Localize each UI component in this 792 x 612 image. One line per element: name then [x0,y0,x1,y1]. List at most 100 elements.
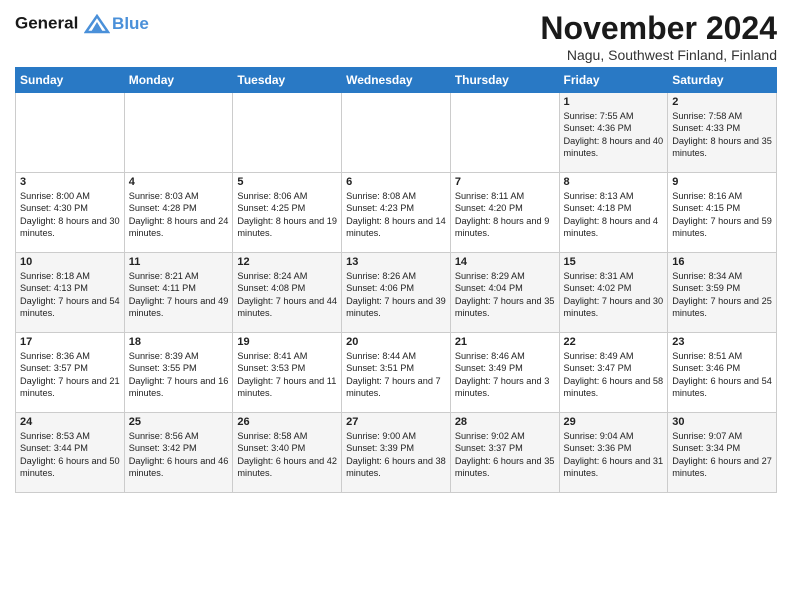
calendar-week-row: 24 Sunrise: 8:53 AMSunset: 3:44 PMDayligh… [16,413,777,493]
main-container: General Blue November 2024 Nagu, Southwe… [0,0,792,503]
day-number: 21 [455,336,555,348]
calendar-week-row: 10Sunrise: 8:18 AMSunset: 4:13 PMDayligh… [16,253,777,333]
col-monday: Monday [124,68,233,93]
day-number: 16 [672,256,772,268]
table-row: 19 Sunrise: 8:41 AMSunset: 3:53 PMDayligh… [233,333,342,413]
day-number: 24 [20,416,120,428]
day-number: 1 [564,96,664,108]
table-row: 15 Sunrise: 8:31 AMSunset: 4:02 PMDayligh… [559,253,668,333]
day-info: Sunrise: 8:03 AMSunset: 4:28 PMDaylight:… [129,190,229,240]
day-number: 23 [672,336,772,348]
day-info: Sunrise: 8:36 AMSunset: 3:57 PMDaylight:… [20,350,120,400]
table-row: 16 Sunrise: 8:34 AMSunset: 3:59 PMDayligh… [668,253,777,333]
day-number: 27 [346,416,446,428]
table-row: 18 Sunrise: 8:39 AMSunset: 3:55 PMDayligh… [124,333,233,413]
day-info: Sunrise: 8:21 AMSunset: 4:11 PMDaylight:… [129,270,229,320]
day-number: 8 [564,176,664,188]
day-number: 2 [672,96,772,108]
day-info: Sunrise: 8:44 AMSunset: 3:51 PMDaylight:… [346,350,446,400]
table-row: 21 Sunrise: 8:46 AMSunset: 3:49 PMDayligh… [450,333,559,413]
day-number: 7 [455,176,555,188]
header: General Blue November 2024 Nagu, Southwe… [15,10,777,63]
table-row: 20 Sunrise: 8:44 AMSunset: 3:51 PMDayligh… [342,333,451,413]
day-number: 20 [346,336,446,348]
day-number: 25 [129,416,229,428]
day-number: 3 [20,176,120,188]
logo-blue: Blue [112,15,149,34]
day-info: Sunrise: 8:41 AMSunset: 3:53 PMDaylight:… [237,350,337,400]
logo-icon [84,14,110,34]
day-number: 15 [564,256,664,268]
day-number: 18 [129,336,229,348]
col-thursday: Thursday [450,68,559,93]
table-row: 24 Sunrise: 8:53 AMSunset: 3:44 PMDayligh… [16,413,125,493]
table-row: 27 Sunrise: 9:00 AMSunset: 3:39 PMDayligh… [342,413,451,493]
table-row: 11 Sunrise: 8:21 AMSunset: 4:11 PMDayligh… [124,253,233,333]
day-number: 19 [237,336,337,348]
day-info: Sunrise: 8:58 AMSunset: 3:40 PMDaylight:… [237,430,337,480]
day-info: Sunrise: 8:56 AMSunset: 3:42 PMDaylight:… [129,430,229,480]
day-info: Sunrise: 8:24 AMSunset: 4:08 PMDaylight:… [237,270,337,320]
logo: General Blue [15,14,149,34]
day-number: 17 [20,336,120,348]
day-info: Sunrise: 8:51 AMSunset: 3:46 PMDaylight:… [672,350,772,400]
table-row: 10Sunrise: 8:18 AMSunset: 4:13 PMDayligh… [16,253,125,333]
table-row: 17 Sunrise: 8:36 AMSunset: 3:57 PMDayligh… [16,333,125,413]
day-number: 5 [237,176,337,188]
table-row [342,93,451,173]
month-title: November 2024 [540,10,777,47]
day-info: Sunrise: 8:31 AMSunset: 4:02 PMDaylight:… [564,270,664,320]
day-info: Sunrise: 9:04 AMSunset: 3:36 PMDaylight:… [564,430,664,480]
table-row: 6 Sunrise: 8:08 AMSunset: 4:23 PMDaylight… [342,173,451,253]
table-row: 14Sunrise: 8:29 AMSunset: 4:04 PMDayligh… [450,253,559,333]
day-number: 28 [455,416,555,428]
col-friday: Friday [559,68,668,93]
day-info: Sunrise: 8:46 AMSunset: 3:49 PMDaylight:… [455,350,555,400]
day-info: Sunrise: 9:07 AMSunset: 3:34 PMDaylight:… [672,430,772,480]
day-number: 10 [20,256,120,268]
table-row: 25 Sunrise: 8:56 AMSunset: 3:42 PMDayligh… [124,413,233,493]
table-row [450,93,559,173]
day-number: 14 [455,256,555,268]
day-info: Sunrise: 8:53 AMSunset: 3:44 PMDaylight:… [20,430,120,480]
day-number: 29 [564,416,664,428]
day-info: Sunrise: 8:00 AMSunset: 4:30 PMDaylight:… [20,190,120,240]
table-row: 3 Sunrise: 8:00 AMSunset: 4:30 PMDaylight… [16,173,125,253]
table-row: 2 Sunrise: 7:58 AMSunset: 4:33 PMDaylight… [668,93,777,173]
day-info: Sunrise: 8:08 AMSunset: 4:23 PMDaylight:… [346,190,446,240]
day-info: Sunrise: 8:49 AMSunset: 3:47 PMDaylight:… [564,350,664,400]
calendar-table: Sunday Monday Tuesday Wednesday Thursday… [15,67,777,493]
day-number: 13 [346,256,446,268]
day-info: Sunrise: 8:13 AMSunset: 4:18 PMDaylight:… [564,190,664,240]
table-row: 29 Sunrise: 9:04 AMSunset: 3:36 PMDayligh… [559,413,668,493]
table-row [233,93,342,173]
table-row: 9Sunrise: 8:16 AMSunset: 4:15 PMDaylight… [668,173,777,253]
day-info: Sunrise: 8:11 AMSunset: 4:20 PMDaylight:… [455,190,555,240]
table-row [16,93,125,173]
calendar-header-row: Sunday Monday Tuesday Wednesday Thursday… [16,68,777,93]
day-info: Sunrise: 7:55 AMSunset: 4:36 PMDaylight:… [564,110,664,160]
table-row: 8 Sunrise: 8:13 AMSunset: 4:18 PMDaylight… [559,173,668,253]
day-number: 6 [346,176,446,188]
day-number: 11 [129,256,229,268]
day-info: Sunrise: 7:58 AMSunset: 4:33 PMDaylight:… [672,110,772,160]
day-info: Sunrise: 9:02 AMSunset: 3:37 PMDaylight:… [455,430,555,480]
col-saturday: Saturday [668,68,777,93]
col-wednesday: Wednesday [342,68,451,93]
table-row: 5 Sunrise: 8:06 AMSunset: 4:25 PMDaylight… [233,173,342,253]
day-info: Sunrise: 8:06 AMSunset: 4:25 PMDaylight:… [237,190,337,240]
table-row [124,93,233,173]
day-info: Sunrise: 8:34 AMSunset: 3:59 PMDaylight:… [672,270,772,320]
day-info: Sunrise: 8:39 AMSunset: 3:55 PMDaylight:… [129,350,229,400]
table-row: 4Sunrise: 8:03 AMSunset: 4:28 PMDaylight… [124,173,233,253]
subtitle: Nagu, Southwest Finland, Finland [540,47,777,63]
table-row: 30Sunrise: 9:07 AMSunset: 3:34 PMDayligh… [668,413,777,493]
table-row: 23 Sunrise: 8:51 AMSunset: 3:46 PMDayligh… [668,333,777,413]
day-info: Sunrise: 9:00 AMSunset: 3:39 PMDaylight:… [346,430,446,480]
day-number: 9 [672,176,772,188]
table-row: 1 Sunrise: 7:55 AMSunset: 4:36 PMDaylight… [559,93,668,173]
day-info: Sunrise: 8:26 AMSunset: 4:06 PMDaylight:… [346,270,446,320]
calendar-week-row: 1 Sunrise: 7:55 AMSunset: 4:36 PMDaylight… [16,93,777,173]
table-row: 26Sunrise: 8:58 AMSunset: 3:40 PMDayligh… [233,413,342,493]
logo-text: General [15,14,110,34]
